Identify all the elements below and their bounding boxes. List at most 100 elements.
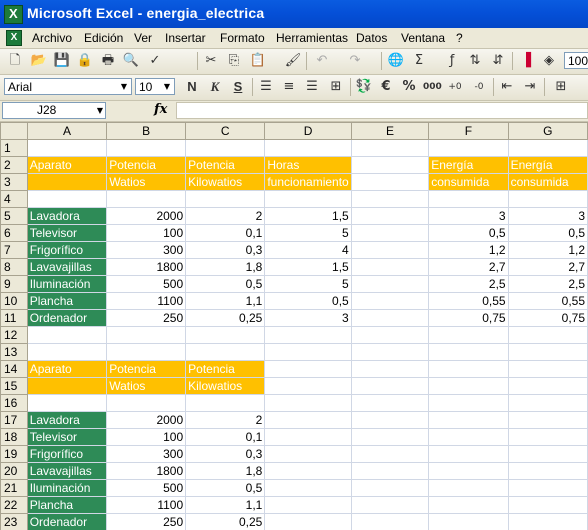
thousands-button[interactable]: 000 <box>423 78 442 96</box>
cell-G22[interactable] <box>507 496 588 514</box>
cell-B12[interactable] <box>106 326 187 344</box>
cell-G12[interactable] <box>507 326 588 344</box>
row-header[interactable]: 11 <box>0 309 28 327</box>
font-size-select[interactable]: 10 ▼ <box>135 78 175 95</box>
cell-E12[interactable] <box>350 326 430 344</box>
cell-C12[interactable] <box>185 326 266 344</box>
menu-ver[interactable]: Ver <box>134 31 152 45</box>
drawing-icon[interactable]: ◈ <box>540 52 558 70</box>
row-header[interactable]: 7 <box>0 241 28 259</box>
cell-C18[interactable]: 0,1 <box>185 428 266 446</box>
cell-A10[interactable]: Plancha <box>26 292 108 310</box>
row-header[interactable]: 15 <box>0 377 28 395</box>
cell-B19[interactable]: 300 <box>106 445 187 463</box>
cell-D20[interactable] <box>264 462 352 480</box>
row-header[interactable]: 21 <box>0 479 28 497</box>
cell-F20[interactable] <box>428 462 509 480</box>
cell-F5[interactable]: 3 <box>428 207 509 225</box>
menu-formato[interactable]: Formato <box>220 31 265 45</box>
cell-B11[interactable]: 250 <box>106 309 187 327</box>
paste-icon[interactable]: 📋 <box>249 52 267 70</box>
row-header[interactable]: 20 <box>0 462 28 480</box>
cell-D14[interactable] <box>264 360 352 378</box>
cell-G11[interactable]: 0,75 <box>507 309 588 327</box>
workbook-icon[interactable]: X <box>6 30 22 46</box>
row-header[interactable]: 13 <box>0 343 28 361</box>
cell-G17[interactable] <box>507 411 588 429</box>
cell-C23[interactable]: 0,25 <box>185 513 266 530</box>
row-header[interactable]: 14 <box>0 360 28 378</box>
row-header[interactable]: 2 <box>0 156 28 174</box>
cell-A8[interactable]: Lavavajillas <box>26 258 108 276</box>
print-preview-icon[interactable]: 🔍 <box>122 52 140 70</box>
cell-G9[interactable]: 2,5 <box>507 275 588 293</box>
cell-B21[interactable]: 500 <box>106 479 187 497</box>
align-right-icon[interactable]: ☰ <box>303 78 321 96</box>
cell-D19[interactable] <box>264 445 352 463</box>
cell-E15[interactable] <box>350 377 430 395</box>
cell-A16[interactable] <box>26 394 108 412</box>
row-header[interactable]: 5 <box>0 207 28 225</box>
cell-G23[interactable] <box>507 513 588 530</box>
chart-wizard-icon[interactable]: ▐ <box>517 52 535 70</box>
cell-F1[interactable] <box>428 139 509 157</box>
cell-E11[interactable] <box>350 309 430 327</box>
cell-C16[interactable] <box>185 394 266 412</box>
cell-F14[interactable] <box>428 360 509 378</box>
cell-E3[interactable] <box>350 173 430 191</box>
cell-E20[interactable] <box>350 462 430 480</box>
cell-D4[interactable] <box>264 190 352 208</box>
row-header[interactable]: 1 <box>0 139 28 157</box>
cell-E13[interactable] <box>350 343 430 361</box>
function-icon[interactable]: ƒ <box>443 52 461 70</box>
menu-edicion[interactable]: Edición <box>84 31 123 45</box>
cell-E5[interactable] <box>350 207 430 225</box>
column-header[interactable]: B <box>106 122 187 140</box>
cell-B18[interactable]: 100 <box>106 428 187 446</box>
menu-help[interactable]: ? <box>456 31 463 45</box>
cell-A21[interactable]: Iluminación <box>26 479 108 497</box>
cell-C8[interactable]: 1,8 <box>185 258 266 276</box>
cell-G14[interactable] <box>507 360 588 378</box>
row-header[interactable]: 8 <box>0 258 28 276</box>
open-icon[interactable]: 📂 <box>30 52 48 70</box>
cell-F18[interactable] <box>428 428 509 446</box>
row-header[interactable]: 12 <box>0 326 28 344</box>
cell-A20[interactable]: Lavavajillas <box>26 462 108 480</box>
cell-D12[interactable] <box>264 326 352 344</box>
cell-F8[interactable]: 2,7 <box>428 258 509 276</box>
cell-B6[interactable]: 100 <box>106 224 187 242</box>
align-center-icon[interactable]: ≡ <box>280 78 298 96</box>
cell-D8[interactable]: 1,5 <box>264 258 352 276</box>
cell-E10[interactable] <box>350 292 430 310</box>
column-header[interactable]: D <box>264 122 352 140</box>
cell-D9[interactable]: 5 <box>264 275 352 293</box>
cell-C19[interactable]: 0,3 <box>185 445 266 463</box>
cell-B15[interactable]: Watios <box>106 377 187 395</box>
cell-E1[interactable] <box>350 139 430 157</box>
insert-function-icon[interactable]: fx <box>154 102 167 117</box>
cell-F23[interactable] <box>428 513 509 530</box>
menu-archivo[interactable]: Archivo <box>32 31 72 45</box>
row-header[interactable]: 16 <box>0 394 28 412</box>
row-header[interactable]: 6 <box>0 224 28 242</box>
cell-D5[interactable]: 1,5 <box>264 207 352 225</box>
cell-C10[interactable]: 1,1 <box>185 292 266 310</box>
cell-C7[interactable]: 0,3 <box>185 241 266 259</box>
cell-C17[interactable]: 2 <box>185 411 266 429</box>
cell-D18[interactable] <box>264 428 352 446</box>
row-header[interactable]: 23 <box>0 513 28 530</box>
underline-button[interactable]: S <box>229 78 247 96</box>
cell-B7[interactable]: 300 <box>106 241 187 259</box>
cell-F13[interactable] <box>428 343 509 361</box>
cell-B23[interactable]: 250 <box>106 513 187 530</box>
cell-A4[interactable] <box>26 190 108 208</box>
cell-E17[interactable] <box>350 411 430 429</box>
excel-logo-icon[interactable]: X <box>4 5 23 24</box>
cell-F15[interactable] <box>428 377 509 395</box>
cell-D16[interactable] <box>264 394 352 412</box>
cell-D6[interactable]: 5 <box>264 224 352 242</box>
cell-B3[interactable]: Watios <box>106 173 187 191</box>
cell-F12[interactable] <box>428 326 509 344</box>
cell-F2[interactable]: Energía <box>428 156 509 174</box>
